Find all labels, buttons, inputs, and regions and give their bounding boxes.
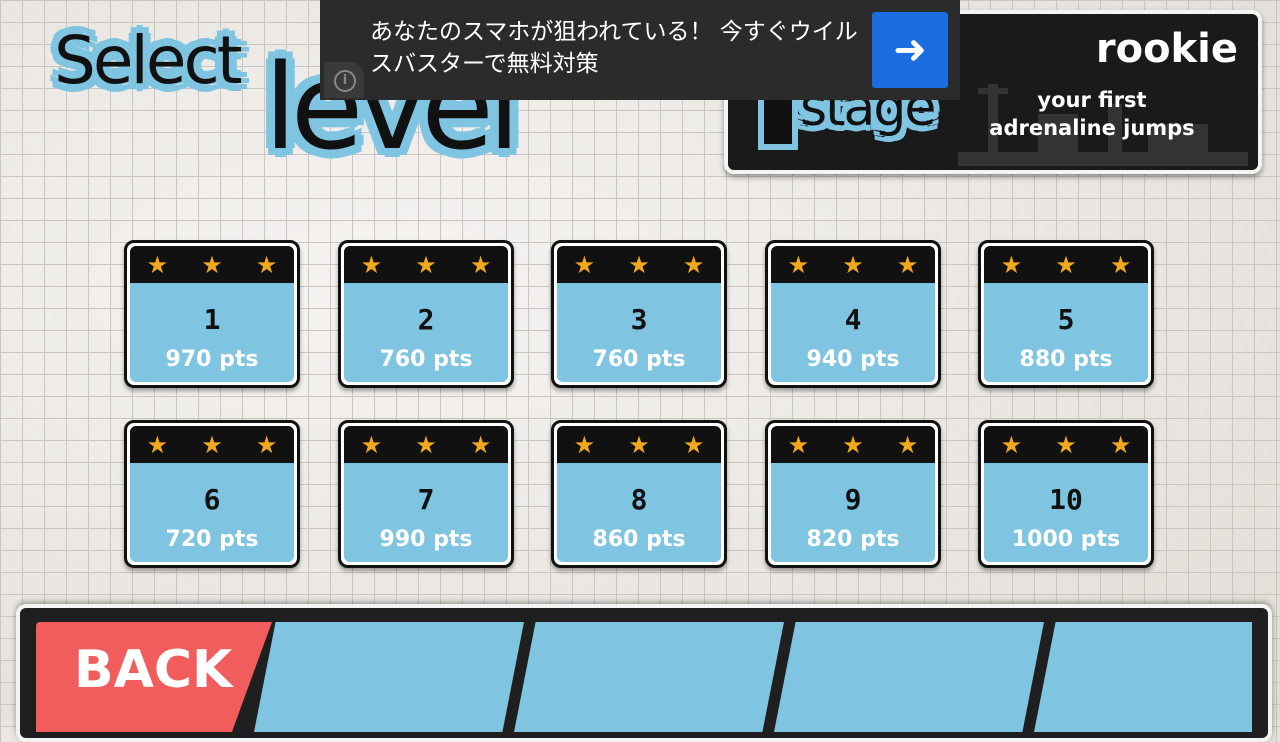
level-tile-5[interactable]: ★ ★ ★ 5 880 pts (978, 240, 1154, 388)
star-icon: ★ (682, 430, 705, 459)
level-tile-2[interactable]: ★ ★ ★ 2 760 pts (338, 240, 514, 388)
ad-banner[interactable]: i あなたのスマホが狙われている！ 今すぐウイルスバスターで無料対策 ➜ (320, 0, 960, 100)
star-icon: ★ (1000, 250, 1023, 279)
star-icon: ★ (628, 250, 650, 279)
star-icon: ★ (415, 250, 437, 279)
level-stars: ★ ★ ★ (771, 246, 935, 283)
star-icon: ★ (201, 430, 223, 459)
level-points: 1000 pts (1011, 527, 1121, 552)
level-tile-7[interactable]: ★ ★ ★ 7 990 pts (338, 420, 514, 568)
level-number: 8 (630, 483, 648, 516)
ad-text[interactable]: あなたのスマホが狙われている！ 今すぐウイルスバスターで無料対策 (370, 16, 870, 80)
back-button-label: BACK (74, 640, 233, 700)
level-tile-8[interactable]: ★ ★ ★ 8 860 pts (551, 420, 727, 568)
level-number: 1 (203, 303, 221, 336)
star-icon: ★ (896, 430, 919, 459)
title-select-text: Select (54, 22, 243, 99)
level-tile-6[interactable]: ★ ★ ★ 6 720 pts (124, 420, 300, 568)
bottom-slot-1[interactable] (254, 622, 524, 732)
level-tile-9[interactable]: ★ ★ ★ 9 820 pts (765, 420, 941, 568)
level-points: 970 pts (165, 347, 259, 372)
level-number: 10 (1049, 483, 1083, 516)
stage-description-line-1: your first (1037, 88, 1147, 112)
star-icon: ★ (201, 250, 223, 279)
level-points: 760 pts (592, 347, 686, 372)
back-button[interactable]: BACK (36, 622, 272, 732)
level-stars: ★ ★ ★ (771, 426, 935, 463)
bottom-slot-2[interactable] (514, 622, 784, 732)
star-icon: ★ (1055, 250, 1077, 279)
stage-description: your first adrenaline jumps (962, 86, 1222, 142)
level-stars: ★ ★ ★ (984, 246, 1148, 283)
level-number: 5 (1057, 303, 1075, 336)
level-points: 820 pts (806, 527, 900, 552)
star-icon: ★ (415, 430, 437, 459)
level-stars: ★ ★ ★ (344, 246, 508, 283)
arrow-right-icon[interactable]: ➜ (872, 12, 948, 88)
star-icon: ★ (360, 250, 383, 279)
star-icon: ★ (842, 430, 864, 459)
star-icon: ★ (1000, 430, 1023, 459)
level-stars: ★ ★ ★ (557, 426, 721, 463)
star-icon: ★ (146, 250, 169, 279)
level-grid: ★ ★ ★ 1 970 pts ★ ★ ★ 2 760 pts ★ ★ ★ 3 … (124, 240, 1154, 570)
level-stars: ★ ★ ★ (344, 426, 508, 463)
star-icon: ★ (682, 250, 705, 279)
info-icon[interactable]: i (324, 62, 364, 98)
bottom-bar: BACK (16, 604, 1272, 742)
star-icon: ★ (360, 430, 383, 459)
star-icon: ★ (255, 250, 278, 279)
stage-description-line-2: adrenaline jumps (989, 116, 1195, 140)
level-number: 4 (844, 303, 862, 336)
level-number: 9 (844, 483, 862, 516)
level-tile-1[interactable]: ★ ★ ★ 1 970 pts (124, 240, 300, 388)
level-points: 760 pts (379, 347, 473, 372)
level-number: 2 (417, 303, 435, 336)
star-icon: ★ (1109, 430, 1132, 459)
stage-rank: rookie (1095, 26, 1238, 72)
star-icon: ★ (842, 250, 864, 279)
star-icon: ★ (896, 250, 919, 279)
level-number: 3 (630, 303, 648, 336)
level-stars: ★ ★ ★ (557, 246, 721, 283)
star-icon: ★ (628, 430, 650, 459)
star-icon: ★ (573, 430, 596, 459)
level-points: 990 pts (379, 527, 473, 552)
level-tile-4[interactable]: ★ ★ ★ 4 940 pts (765, 240, 941, 388)
star-icon: ★ (1109, 250, 1132, 279)
bottom-slot-4[interactable] (1034, 622, 1252, 732)
star-icon: ★ (1055, 430, 1077, 459)
bottom-slot-3[interactable] (774, 622, 1044, 732)
star-icon: ★ (255, 430, 278, 459)
star-icon: ★ (469, 250, 492, 279)
level-stars: ★ ★ ★ (130, 426, 294, 463)
level-stars: ★ ★ ★ (984, 426, 1148, 463)
star-icon: ★ (787, 250, 810, 279)
star-icon: ★ (787, 430, 810, 459)
level-number: 6 (203, 483, 221, 516)
level-stars: ★ ★ ★ (130, 246, 294, 283)
star-icon: ★ (469, 430, 492, 459)
star-icon: ★ (573, 250, 596, 279)
level-points: 940 pts (806, 347, 900, 372)
level-points: 860 pts (592, 527, 686, 552)
level-tile-3[interactable]: ★ ★ ★ 3 760 pts (551, 240, 727, 388)
level-tile-10[interactable]: ★ ★ ★ 10 1000 pts (978, 420, 1154, 568)
level-number: 7 (417, 483, 435, 516)
star-icon: ★ (146, 430, 169, 459)
level-points: 880 pts (1019, 347, 1113, 372)
level-points: 720 pts (165, 527, 259, 552)
